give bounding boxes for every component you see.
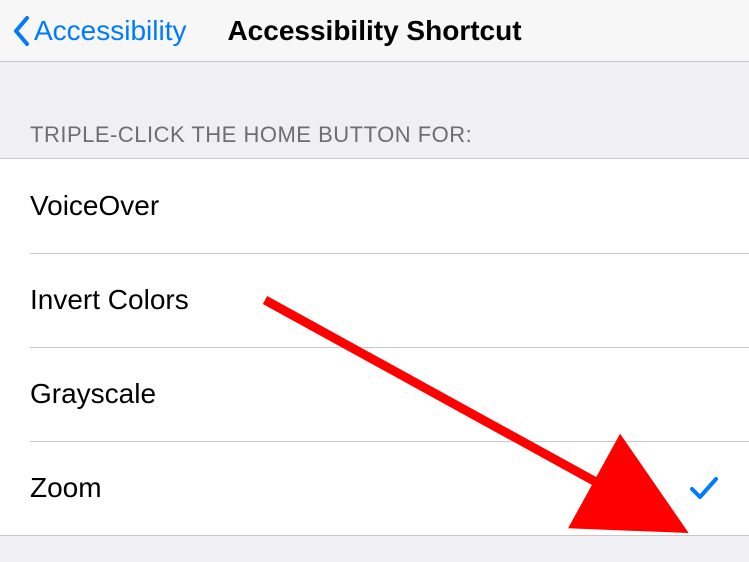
back-label: Accessibility bbox=[34, 15, 186, 47]
option-grayscale[interactable]: Grayscale bbox=[0, 347, 749, 441]
option-zoom[interactable]: Zoom bbox=[0, 441, 749, 535]
shortcut-options-list: VoiceOver Invert Colors Grayscale Zoom bbox=[0, 158, 749, 536]
option-invert-colors[interactable]: Invert Colors bbox=[0, 253, 749, 347]
chevron-left-icon bbox=[12, 15, 30, 47]
option-label: Zoom bbox=[30, 472, 102, 504]
option-label: Invert Colors bbox=[30, 284, 189, 316]
nav-bar: Accessibility Accessibility Shortcut bbox=[0, 0, 749, 62]
checkmark-icon bbox=[689, 476, 719, 500]
option-label: Grayscale bbox=[30, 378, 156, 410]
option-voiceover[interactable]: VoiceOver bbox=[0, 159, 749, 253]
back-button[interactable]: Accessibility bbox=[12, 15, 186, 47]
option-label: VoiceOver bbox=[30, 190, 159, 222]
page-title: Accessibility Shortcut bbox=[227, 15, 521, 47]
section-header: Triple-click the home button for: bbox=[0, 62, 749, 158]
